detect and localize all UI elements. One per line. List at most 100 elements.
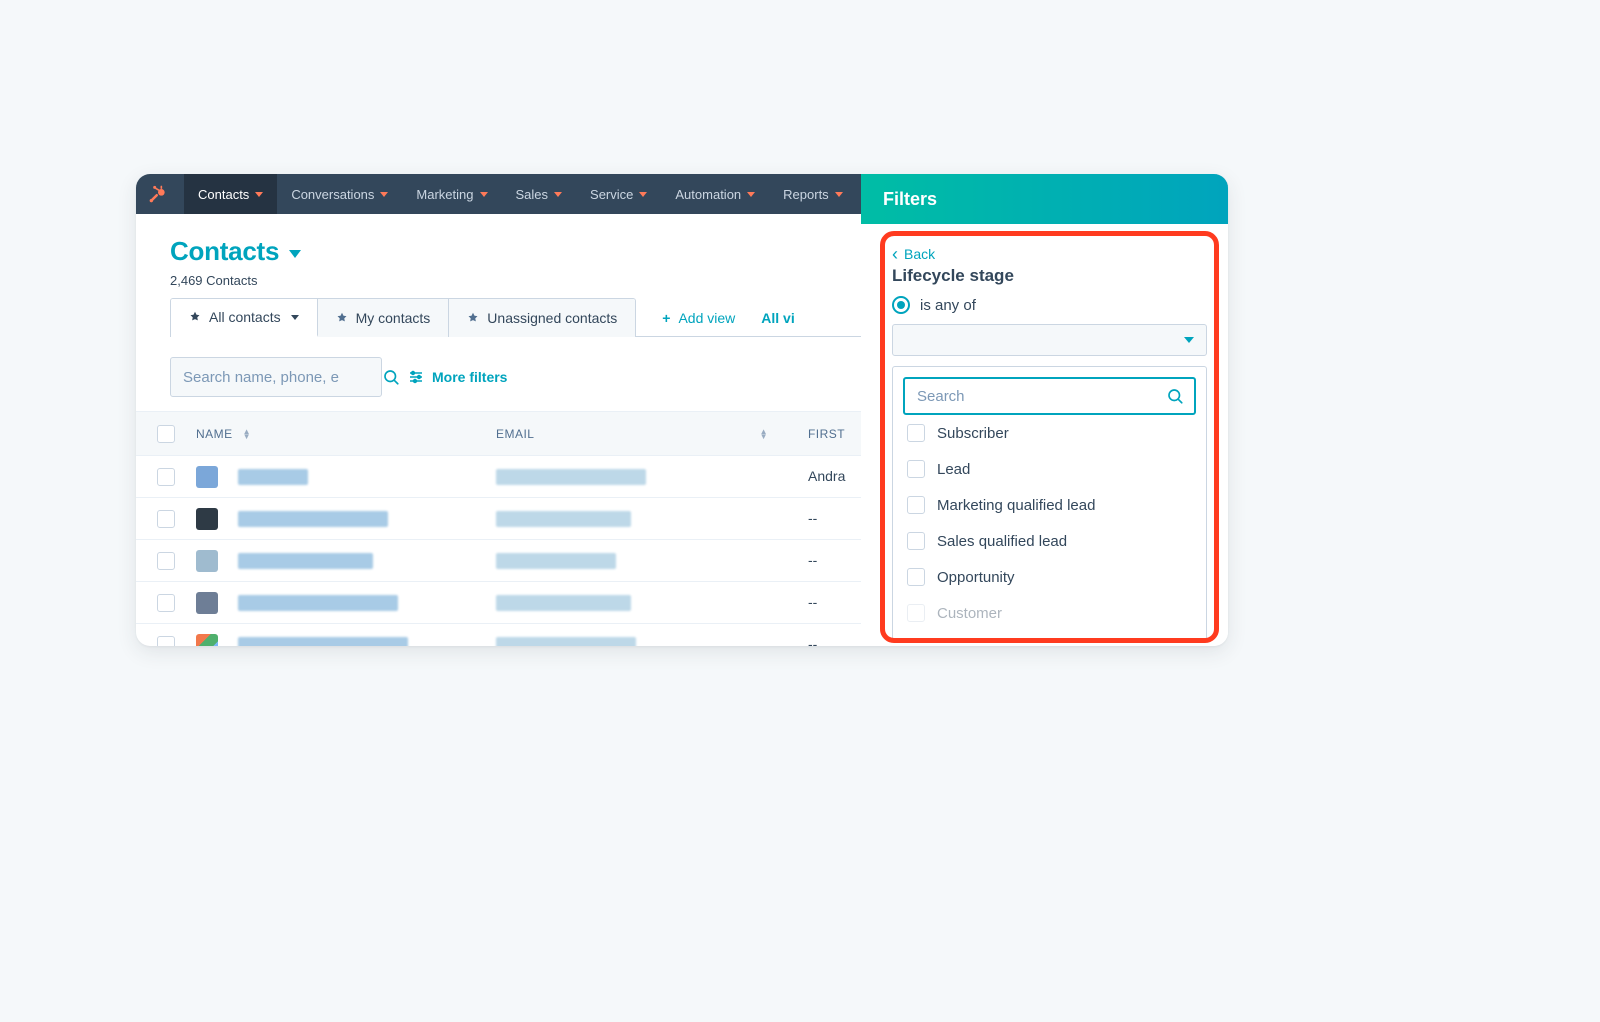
option-checkbox[interactable] — [907, 532, 925, 550]
cell-value: -- — [808, 594, 817, 610]
chevron-down-icon — [291, 315, 299, 320]
filters-title: Filters — [883, 189, 937, 210]
row-checkbox[interactable] — [157, 594, 175, 612]
column-header-name[interactable]: NAME ▲▼ — [196, 427, 496, 441]
redacted-text — [238, 469, 308, 485]
condition-radio-row[interactable]: is any of — [892, 296, 1207, 314]
radio-selected-icon[interactable] — [892, 296, 910, 314]
nav-item-label: Contacts — [198, 187, 249, 202]
condition-label: is any of — [920, 297, 976, 314]
value-select[interactable] — [892, 324, 1207, 356]
column-header-email[interactable]: EMAIL ▲▼ — [496, 427, 788, 441]
option-label: Sales qualified lead — [937, 533, 1067, 550]
column-label: EMAIL — [496, 427, 534, 441]
pin-icon — [336, 312, 348, 324]
app-window: Contacts Conversations Marketing Sales S… — [136, 174, 1228, 646]
row-checkbox[interactable] — [157, 468, 175, 486]
option-lead[interactable]: Lead — [903, 451, 1196, 487]
option-label: Opportunity — [937, 569, 1015, 586]
value-dropdown: Subscriber Lead Marketing qualified lead… — [892, 366, 1207, 642]
cell-value: Andra — [808, 468, 845, 484]
redacted-text — [496, 637, 636, 647]
page-title[interactable]: Contacts — [170, 236, 279, 267]
sliders-icon — [408, 369, 424, 385]
redacted-text — [238, 553, 373, 569]
add-view-label: Add view — [678, 310, 735, 326]
all-views-link[interactable]: All vi — [761, 310, 794, 326]
option-checkbox[interactable] — [907, 604, 925, 622]
avatar — [196, 634, 218, 647]
redacted-text — [496, 553, 616, 569]
option-label: Marketing qualified lead — [937, 497, 1095, 514]
tab-my-contacts[interactable]: My contacts — [318, 299, 450, 337]
search-icon — [382, 368, 400, 386]
dropdown-search-input[interactable] — [917, 388, 1166, 405]
sort-icon: ▲▼ — [760, 429, 768, 439]
add-view-button[interactable]: + Add view — [662, 310, 735, 326]
avatar — [196, 550, 218, 572]
search-icon — [1166, 387, 1184, 405]
pin-icon — [467, 312, 479, 324]
redacted-text — [496, 511, 631, 527]
chevron-down-icon — [255, 192, 263, 197]
nav-item-marketing[interactable]: Marketing — [402, 174, 501, 214]
nav-item-sales[interactable]: Sales — [502, 174, 577, 214]
option-checkbox[interactable] — [907, 496, 925, 514]
option-subscriber[interactable]: Subscriber — [903, 415, 1196, 451]
avatar — [196, 592, 218, 614]
option-customer[interactable]: Customer — [903, 595, 1196, 631]
chevron-down-icon — [835, 192, 843, 197]
search-input[interactable] — [183, 369, 382, 386]
tab-label: My contacts — [356, 310, 431, 326]
option-label: Customer — [937, 605, 1002, 622]
tab-label: All contacts — [209, 309, 281, 325]
tab-all-contacts[interactable]: All contacts — [171, 299, 318, 337]
option-checkbox[interactable] — [907, 568, 925, 586]
column-label: FIRST — [808, 427, 845, 441]
redacted-text — [238, 637, 408, 647]
plus-icon: + — [662, 310, 670, 326]
row-checkbox[interactable] — [157, 510, 175, 528]
tab-label: Unassigned contacts — [487, 310, 617, 326]
option-label: Lead — [937, 461, 970, 478]
chevron-down-icon — [747, 192, 755, 197]
tab-unassigned-contacts[interactable]: Unassigned contacts — [449, 299, 635, 337]
nav-item-label: Automation — [675, 187, 741, 202]
option-sql[interactable]: Sales qualified lead — [903, 523, 1196, 559]
dropdown-search-wrap[interactable] — [903, 377, 1196, 415]
column-label: NAME — [196, 427, 233, 441]
hubspot-logo-icon — [146, 182, 170, 206]
cell-value: -- — [808, 552, 817, 568]
select-all-checkbox[interactable] — [157, 425, 175, 443]
more-filters-label: More filters — [432, 369, 507, 385]
more-filters-button[interactable]: More filters — [408, 369, 507, 385]
option-opportunity[interactable]: Opportunity — [903, 559, 1196, 595]
cell-value: -- — [808, 510, 817, 526]
redacted-text — [238, 511, 388, 527]
chevron-down-icon[interactable] — [289, 250, 301, 258]
row-checkbox[interactable] — [157, 636, 175, 647]
redacted-text — [238, 595, 398, 611]
chevron-down-icon — [480, 192, 488, 197]
row-checkbox[interactable] — [157, 552, 175, 570]
filters-panel: Filters Back Lifecycle stage is any of — [861, 174, 1228, 646]
nav-item-service[interactable]: Service — [576, 174, 661, 214]
redacted-text — [496, 469, 646, 485]
option-mql[interactable]: Marketing qualified lead — [903, 487, 1196, 523]
nav-item-conversations[interactable]: Conversations — [277, 174, 402, 214]
back-button[interactable]: Back — [892, 246, 1207, 262]
nav-item-reports[interactable]: Reports — [769, 174, 857, 214]
search-input-wrap[interactable] — [170, 357, 382, 397]
avatar — [196, 508, 218, 530]
nav-item-label: Conversations — [291, 187, 374, 202]
chevron-down-icon — [380, 192, 388, 197]
pin-icon — [189, 311, 201, 323]
nav-item-label: Reports — [783, 187, 829, 202]
back-label: Back — [904, 246, 935, 262]
chevron-down-icon — [639, 192, 647, 197]
nav-item-contacts[interactable]: Contacts — [184, 174, 277, 214]
avatar — [196, 466, 218, 488]
nav-item-automation[interactable]: Automation — [661, 174, 769, 214]
option-checkbox[interactable] — [907, 460, 925, 478]
option-checkbox[interactable] — [907, 424, 925, 442]
